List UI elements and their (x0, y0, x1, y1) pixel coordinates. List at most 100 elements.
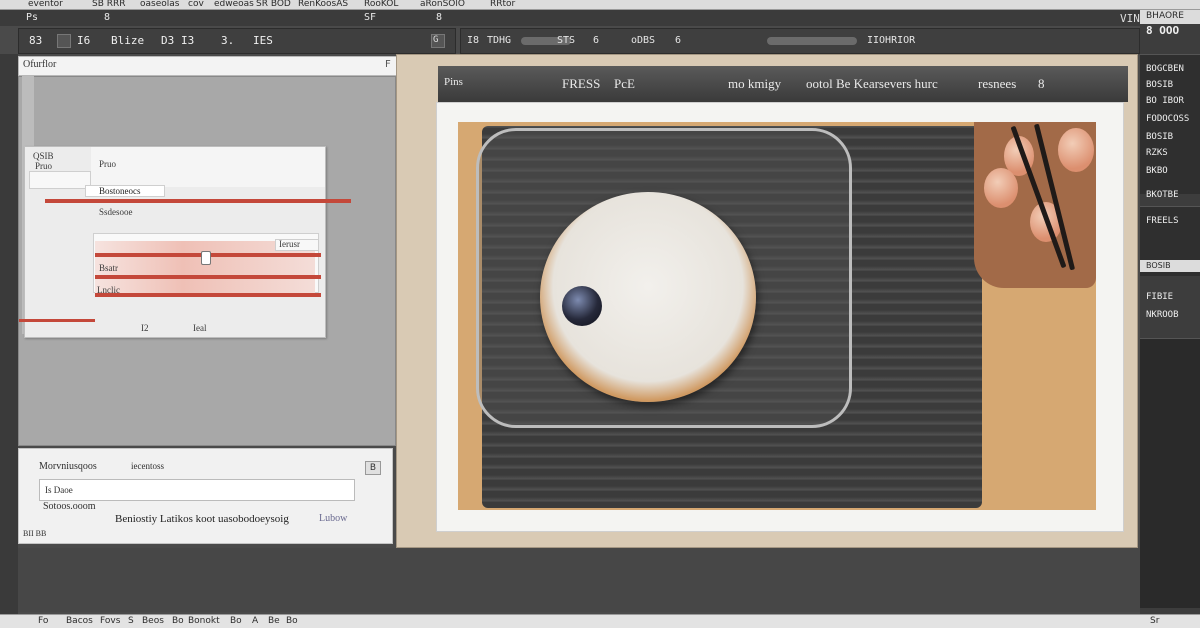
panel-row[interactable]: BOSIB (1146, 132, 1173, 142)
tool-option[interactable]: Blize (111, 34, 144, 47)
text-input[interactable] (39, 479, 355, 501)
dialog-row[interactable]: Ssdesooe (99, 207, 133, 217)
title-band-text: PcE (614, 76, 635, 91)
tool-option[interactable]: I6 (77, 34, 90, 47)
menu-item[interactable]: RRtor (490, 0, 515, 9)
dialog-row[interactable]: Bsatr (99, 263, 118, 273)
app-item[interactable]: 8 (104, 12, 110, 23)
red-rule (19, 319, 95, 322)
tool-option[interactable]: 6 (675, 35, 681, 46)
options-bar-right: I8 TDHG STS 6 oDBS 6 IIOHRIOR (460, 28, 1140, 54)
panel-link[interactable]: Lubow (319, 513, 347, 524)
tool-option[interactable]: I3 (181, 34, 194, 47)
swatch-icon[interactable] (57, 34, 71, 48)
app-item[interactable]: 8 (436, 12, 442, 23)
status-item[interactable]: Beos (142, 616, 164, 626)
dialog-label: Ierusr (279, 239, 300, 249)
menu-item[interactable]: SR BOD (256, 0, 291, 9)
berry-image (562, 286, 602, 326)
dialog-row[interactable]: QSIB (33, 151, 54, 161)
document-title: Ofurflor (23, 59, 57, 70)
slider-handle[interactable] (201, 251, 211, 265)
menu-item[interactable]: edweoas (214, 0, 254, 9)
panel-footer: BII BB (23, 529, 47, 538)
panel-subtitle: iecentoss (131, 461, 164, 471)
tool-option[interactable]: STS (557, 35, 575, 46)
dialog-row[interactable]: Ieal (193, 323, 207, 333)
app-item[interactable]: SF (364, 12, 376, 23)
menu-item[interactable]: oaseolas (140, 0, 179, 9)
panel-row[interactable]: Sotoos.ooom (43, 501, 96, 512)
panel-row[interactable]: BKOTBE (1146, 190, 1179, 200)
dialog-row[interactable]: Bostoneocs (99, 186, 141, 196)
dialog-row[interactable]: Pruo (35, 161, 52, 171)
panel-header-label: BOSIB (1146, 261, 1171, 270)
status-item[interactable]: Sr (1150, 616, 1159, 626)
tool-option[interactable]: IES (253, 34, 273, 47)
panel-button[interactable]: B (365, 461, 381, 475)
menu-item[interactable]: RenKoosAS (298, 0, 348, 9)
image-title-band: Pins FRESS PcE mo kmigy ootol Be Kearsev… (438, 66, 1128, 102)
menu-item[interactable]: cov (188, 0, 204, 9)
status-item[interactable]: Bo (172, 616, 184, 626)
tool-option[interactable]: TDHG (487, 35, 511, 46)
panel-title: Morvniusqoos (39, 461, 97, 472)
panel-row[interactable]: NKROOB (1146, 310, 1179, 320)
tools-panel (0, 54, 18, 614)
panel-caption: Beniostiy Latikos koot uasobodoeysoig (115, 513, 289, 525)
panel-row[interactable]: RZKS (1146, 148, 1168, 158)
panel-subheader: 8 OOO (1146, 24, 1180, 37)
status-item[interactable]: Fo (38, 616, 48, 626)
panel-row[interactable]: FIBIE (1146, 292, 1173, 302)
properties-panel: Morvniusqoos iecentoss B Is Daoe Sotoos.… (18, 448, 393, 544)
title-band-text: FRESS (562, 76, 601, 91)
panel-row[interactable]: BOSIB (1146, 80, 1173, 90)
option-slider[interactable] (767, 37, 857, 45)
tool-option[interactable]: I8 (467, 35, 479, 46)
panel-row[interactable]: FODOCOSS (1146, 114, 1189, 124)
layer-dialog: QSIB Pruo Pruo Bostoneocs Ssdesooe Bsatr… (19, 146, 351, 338)
panel-section (1140, 338, 1200, 608)
status-item[interactable]: Bo (230, 616, 242, 626)
panel-row[interactable]: BOGCBEN (1146, 64, 1184, 74)
status-item[interactable]: Fovs (100, 616, 120, 626)
panel-row[interactable]: FREELS (1146, 216, 1179, 226)
status-item[interactable]: S (128, 616, 134, 626)
status-item[interactable]: Bo (286, 616, 298, 626)
panel-row[interactable]: BKBO (1146, 166, 1168, 176)
fruit-image (1058, 128, 1094, 172)
status-item[interactable]: Bonokt (188, 616, 220, 626)
status-bar: Fo Bacos Fovs S Beos Bo Bonokt Bo A Be B… (0, 614, 1200, 628)
panel-header-label: BHAORE (1146, 11, 1184, 21)
selection-bar[interactable] (45, 199, 351, 203)
dialog-row[interactable]: I2 (141, 323, 149, 333)
tab-icon[interactable]: F (385, 59, 391, 70)
menu-item[interactable]: eventor (28, 0, 63, 9)
tool-option[interactable]: IIOHRIOR (867, 35, 915, 46)
status-item[interactable]: Be (268, 616, 280, 626)
panel-marker: G (433, 35, 439, 45)
panel-header: BHAORE (1140, 10, 1200, 24)
tool-option[interactable]: 83 (29, 34, 42, 47)
dialog-field[interactable] (29, 171, 91, 189)
panel-row[interactable]: BO IBOR (1146, 96, 1184, 106)
status-item[interactable]: A (252, 616, 258, 626)
fruit-image (984, 168, 1018, 208)
tool-option[interactable]: 6 (593, 35, 599, 46)
tool-option[interactable]: oDBS (631, 35, 655, 46)
document-tab[interactable]: Ofurflor F ☐ ▣ (18, 56, 456, 76)
menu-item[interactable]: SB RRR (92, 0, 126, 9)
app-icon: Ps (26, 12, 39, 23)
menu-item[interactable]: aRonSOlO (420, 0, 465, 9)
dialog-row[interactable]: Pruo (99, 159, 116, 169)
red-rule (95, 293, 321, 297)
tool-option[interactable]: D3 (161, 34, 174, 47)
status-item[interactable]: Bacos (66, 616, 93, 626)
options-bar-left: 83 I6 Blize D3 I3 3. IES G (18, 28, 456, 54)
dialog-pane (91, 147, 325, 187)
menu-bar: eventor SB RRR oaseolas cov edweoas SR B… (0, 0, 1200, 10)
title-band-text: resnees (978, 76, 1017, 91)
menu-item[interactable]: RooKOL (364, 0, 398, 9)
tool-option[interactable]: 3. (221, 34, 234, 47)
tray-image (974, 122, 1096, 288)
